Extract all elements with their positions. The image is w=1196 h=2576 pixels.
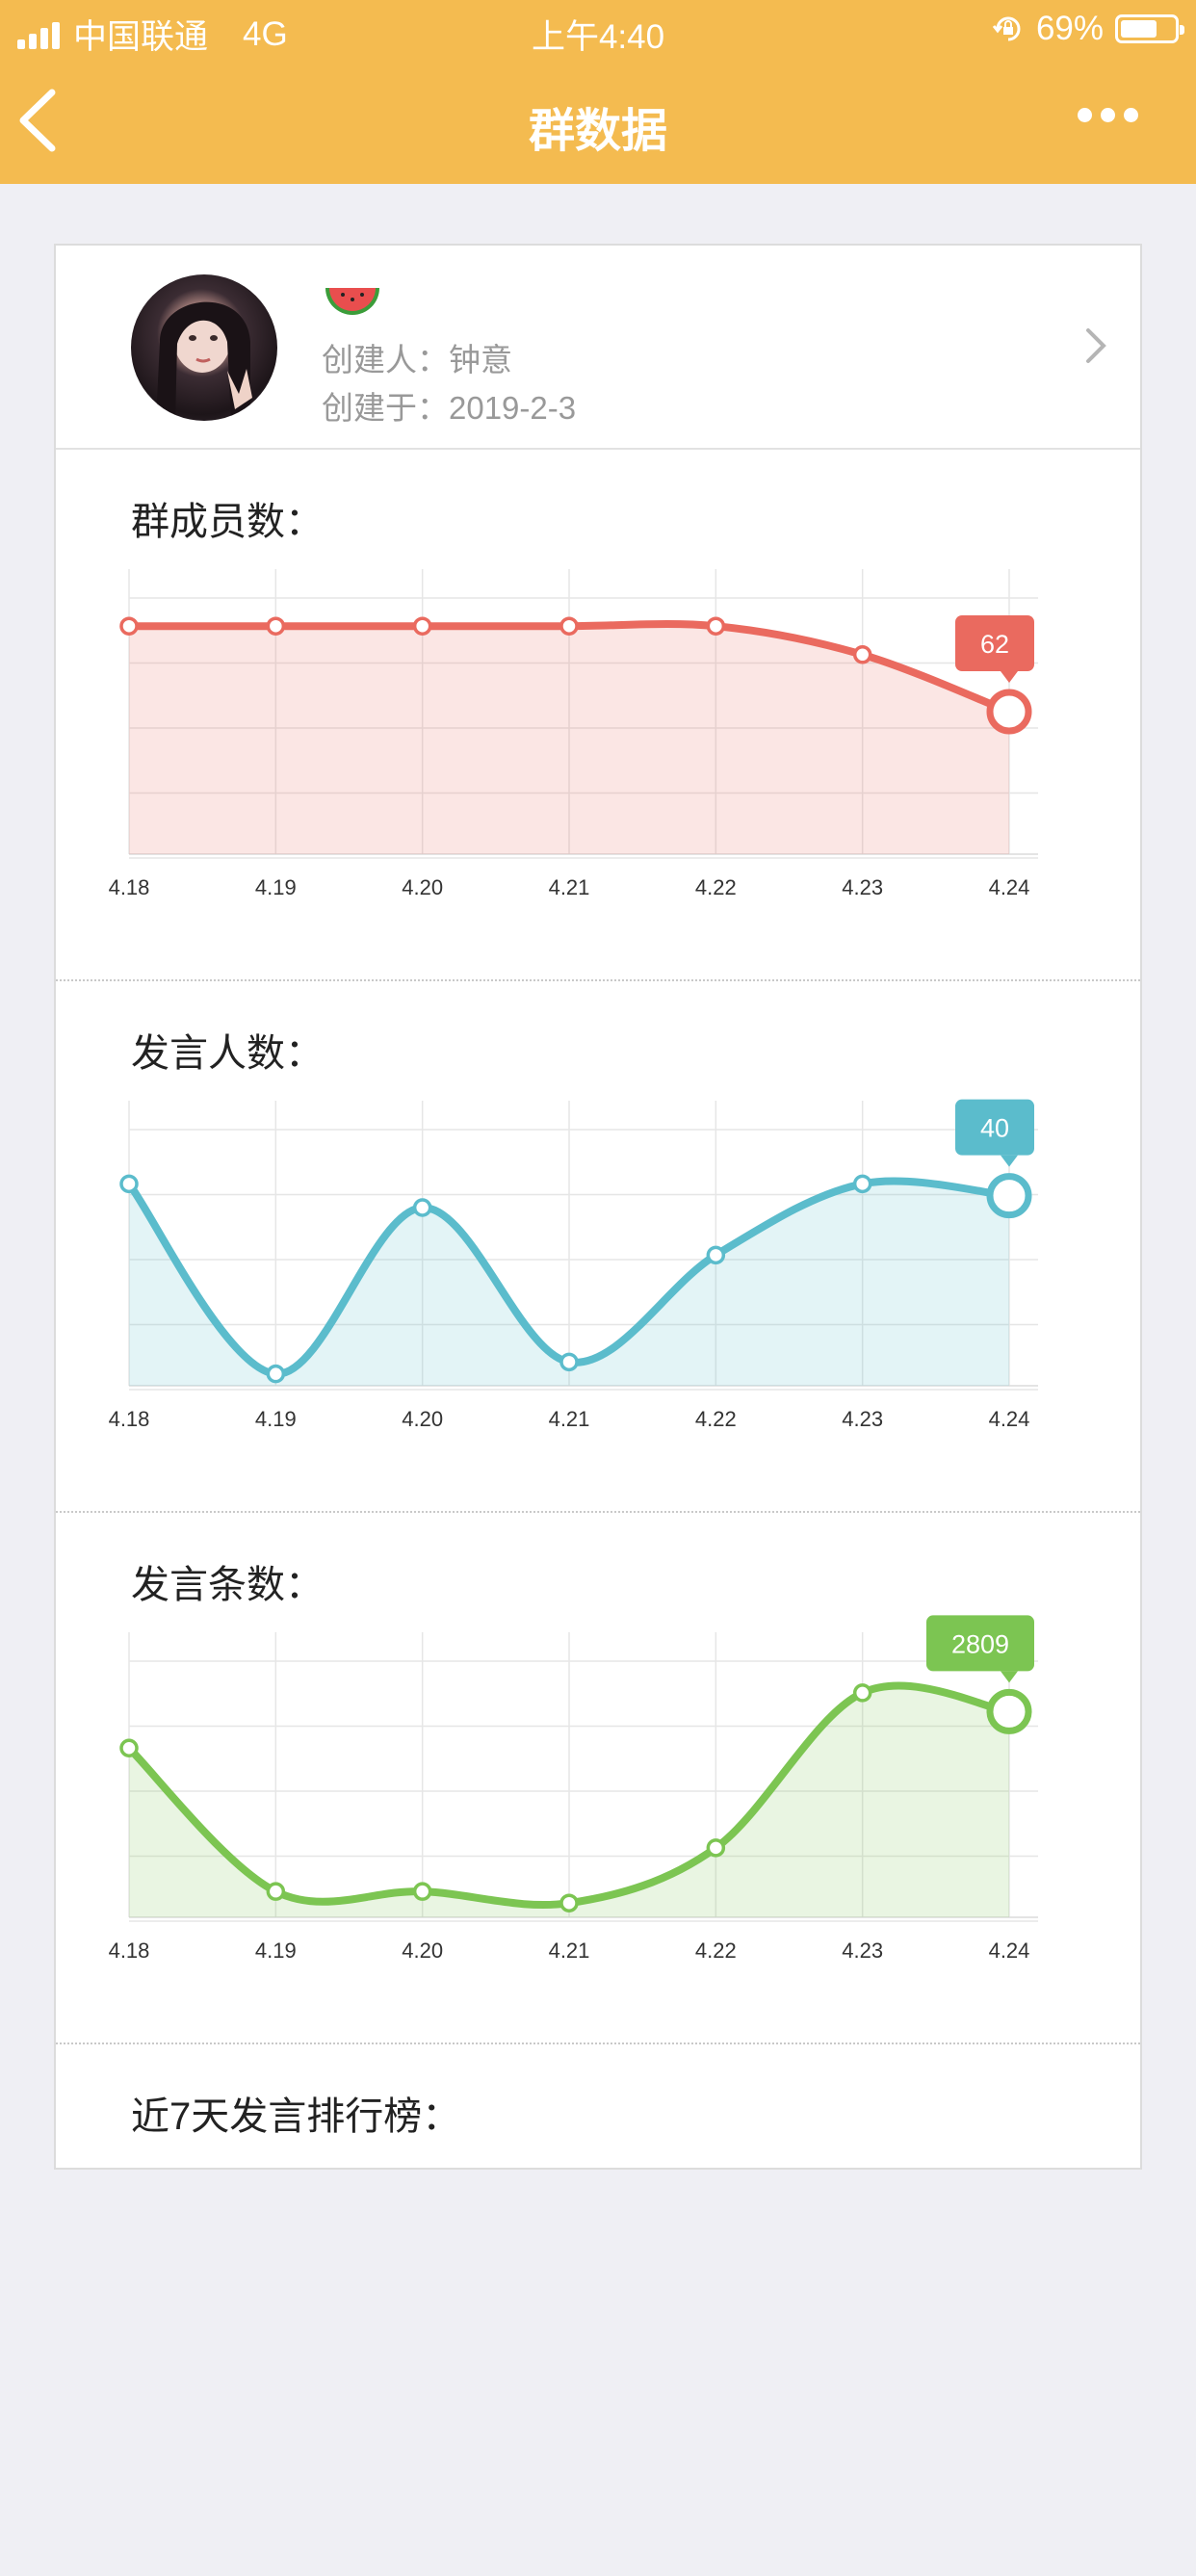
x-tick-label: 4.24 bbox=[989, 875, 1030, 899]
x-tick-label: 4.23 bbox=[842, 875, 883, 899]
x-tick-label: 4.20 bbox=[402, 1939, 443, 1963]
data-point bbox=[559, 1893, 579, 1912]
data-point bbox=[986, 1173, 1032, 1219]
x-tick-label: 4.21 bbox=[549, 875, 590, 899]
data-point bbox=[266, 616, 286, 636]
watermelon-icon bbox=[325, 288, 379, 315]
speakers-chart: 4.18 4.19 4.20 4.21 4.22 4.23 4.24 40 bbox=[109, 1099, 1038, 1431]
value-badge-label: 40 bbox=[980, 1114, 1009, 1143]
data-point bbox=[119, 1174, 139, 1194]
x-tick-label: 4.18 bbox=[109, 875, 150, 899]
x-tick-label: 4.20 bbox=[402, 875, 443, 899]
data-point bbox=[412, 1198, 432, 1217]
speakers-section: 发言人数： 4.18 4.19 4.20 4.21 4.22 4.23 4.24 40 bbox=[56, 981, 1140, 1513]
rotation-lock-icon bbox=[992, 16, 1021, 41]
top-bar: 中国联通 4G 上午4:40 69% 群数据 bbox=[0, 0, 1196, 184]
avatar bbox=[131, 274, 277, 421]
data-point bbox=[986, 1688, 1032, 1734]
battery-percent: 69% bbox=[1035, 10, 1104, 47]
ranking-title: 近7天发言排行榜： bbox=[131, 2095, 461, 2138]
data-point bbox=[706, 1245, 726, 1265]
data-point bbox=[119, 1738, 139, 1757]
x-tick-label: 4.24 bbox=[989, 1407, 1030, 1431]
x-tick-label: 4.19 bbox=[255, 1407, 297, 1431]
data-point bbox=[852, 645, 872, 664]
data-point bbox=[706, 1838, 726, 1858]
value-badge-label: 2809 bbox=[951, 1629, 1009, 1658]
data-point bbox=[852, 1174, 872, 1194]
value-badge: 40 bbox=[955, 1099, 1034, 1167]
more-button[interactable] bbox=[1078, 108, 1138, 122]
x-tick-label: 4.23 bbox=[842, 1939, 883, 1963]
x-tick-label: 4.24 bbox=[989, 1939, 1030, 1963]
data-point bbox=[852, 1683, 872, 1703]
data-point bbox=[266, 1364, 286, 1384]
x-tick-label: 4.22 bbox=[695, 875, 737, 899]
value-badge-label: 62 bbox=[980, 630, 1009, 659]
group-created-date: 创建于：2019-2-3 bbox=[322, 390, 577, 426]
chevron-right-icon bbox=[1086, 328, 1106, 363]
data-point bbox=[412, 1882, 432, 1901]
x-tick-label: 4.18 bbox=[109, 1407, 150, 1431]
members-section: 群成员数： 4.18 4.19 4.20 4.21 4.22 4.23 4.24 62 bbox=[56, 450, 1140, 981]
nav-bar: 群数据 bbox=[0, 60, 1196, 184]
x-tick-label: 4.19 bbox=[255, 875, 297, 899]
page-title: 群数据 bbox=[528, 106, 667, 157]
data-point bbox=[266, 1882, 286, 1901]
x-tick-label: 4.19 bbox=[255, 1939, 297, 1963]
data-point bbox=[119, 616, 139, 636]
group-data-card: 创建人：钟意 创建于：2019-2-3 群成员数： 4.18 4.19 4.20 4.… bbox=[54, 244, 1142, 2170]
data-point bbox=[559, 616, 579, 636]
x-tick-label: 4.22 bbox=[695, 1939, 737, 1963]
x-tick-label: 4.18 bbox=[109, 1939, 150, 1963]
members-chart: 4.18 4.19 4.20 4.21 4.22 4.23 4.24 62 bbox=[109, 569, 1038, 899]
group-profile-row[interactable]: 创建人：钟意 创建于：2019-2-3 bbox=[56, 246, 1140, 450]
x-tick-label: 4.21 bbox=[549, 1407, 590, 1431]
messages-section: 发言条数： 4.18 4.19 4.20 4.21 4.22 4.23 4.24 2809 bbox=[56, 1513, 1140, 2044]
status-bar: 中国联通 4G 上午4:40 69% bbox=[0, 0, 1196, 60]
data-point bbox=[706, 616, 726, 636]
messages-chart: 4.18 4.19 4.20 4.21 4.22 4.23 4.24 2809 bbox=[109, 1615, 1038, 1963]
x-tick-label: 4.22 bbox=[695, 1407, 737, 1431]
x-tick-label: 4.23 bbox=[842, 1407, 883, 1431]
battery-icon bbox=[1115, 14, 1184, 43]
x-tick-label: 4.21 bbox=[549, 1939, 590, 1963]
data-point bbox=[412, 616, 432, 636]
group-creator: 创建人：钟意 bbox=[322, 342, 512, 377]
data-point bbox=[559, 1352, 579, 1372]
ranking-section: 近7天发言排行榜： bbox=[56, 2044, 1140, 2576]
value-badge: 62 bbox=[955, 615, 1034, 683]
value-badge: 2809 bbox=[926, 1615, 1034, 1683]
x-tick-label: 4.20 bbox=[402, 1407, 443, 1431]
data-point bbox=[986, 689, 1032, 735]
